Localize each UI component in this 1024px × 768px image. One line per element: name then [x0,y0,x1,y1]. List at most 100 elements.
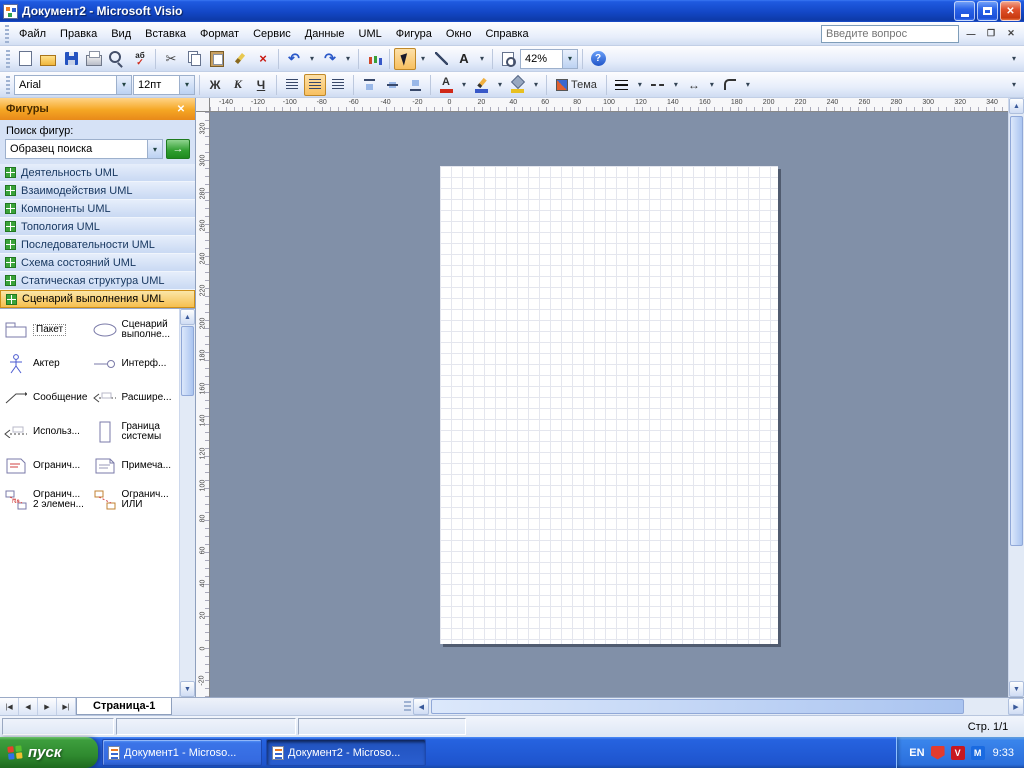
menu-item[interactable]: Фигура [389,24,439,44]
drawing-surface[interactable] [210,112,1008,697]
corner-rounding-button[interactable] [719,74,741,96]
align-middle-button[interactable] [381,74,403,96]
align-left-button[interactable] [281,74,303,96]
copy-button[interactable] [183,48,205,70]
start-button[interactable]: пуск [0,737,98,768]
align-bottom-button[interactable] [404,74,426,96]
taskbar-task-button[interactable]: Документ1 - Microso... [102,739,262,766]
zoom-combo[interactable]: 42% ▾ [520,48,578,69]
undo-dropdown[interactable]: ▾ [306,48,318,70]
print-button[interactable] [83,48,105,70]
shape-uses[interactable]: Использ... [1,415,90,449]
redo-dropdown[interactable]: ▾ [342,48,354,70]
menu-item[interactable]: Правка [53,24,104,44]
line-pattern-dropdown[interactable]: ▾ [670,74,682,96]
line-color-dropdown[interactable]: ▾ [494,74,506,96]
italic-button[interactable]: К [227,74,249,96]
bold-button[interactable]: Ж [204,74,226,96]
stencil-item[interactable]: Статическая структура UML [0,272,195,290]
delete-button[interactable]: × [252,48,274,70]
shape-package[interactable]: Пакет [1,313,90,347]
line-ends-dropdown[interactable]: ▾ [706,74,718,96]
scroll-left-icon[interactable]: ◀ [413,698,430,715]
menu-item[interactable]: Вид [104,24,138,44]
minimize-button[interactable] [954,1,975,21]
document-close-button[interactable]: ✕ [1003,26,1019,41]
menu-item[interactable]: Вставка [138,24,193,44]
stencil-item[interactable]: Взаимодействия UML [0,182,195,200]
page-tab[interactable]: Страница-1 [76,698,173,715]
clock[interactable]: 9:33 [993,747,1014,759]
scroll-up-icon[interactable]: ▲ [180,309,195,325]
font-combo[interactable]: Arial ▾ [14,74,132,95]
line-weight-dropdown[interactable]: ▾ [634,74,646,96]
first-page-button[interactable]: |◀ [0,698,19,715]
font-size-dropdown-icon[interactable]: ▾ [179,75,194,94]
horizontal-scroll-thumb[interactable] [431,699,964,714]
tab-splitter-handle[interactable] [404,701,412,712]
horizontal-ruler[interactable]: -140 -120 -100 -80 -60 -40 -20 0 20 40 6… [210,98,1008,112]
text-tool-dropdown[interactable]: ▾ [476,48,488,70]
cut-button[interactable]: ✂ [160,48,182,70]
shape-constraint-2-elements[interactable]: Na Огранич... 2 элемен... [1,483,90,517]
last-page-button[interactable]: ▶| [57,698,76,715]
shapes-panel-close-button[interactable]: ✕ [173,101,189,117]
format-painter-button[interactable] [229,48,251,70]
connector-tool-button[interactable] [430,48,452,70]
text-tool-button[interactable]: A [453,48,475,70]
align-center-button[interactable] [304,73,326,96]
data-graphics-button[interactable] [363,48,385,70]
shapes-scroll-track[interactable] [180,325,195,681]
menubar-grip[interactable] [5,24,9,43]
shape-system-boundary[interactable]: Граница системы [90,415,179,449]
help-button[interactable]: ? [587,48,609,70]
line-pattern-button[interactable] [647,74,669,96]
spelling-button[interactable]: аб ✓ [129,48,151,70]
vertical-scrollbar[interactable]: ▲ ▼ [1008,98,1024,697]
font-size-combo[interactable]: 12пт ▾ [133,74,195,95]
paste-button[interactable] [206,48,228,70]
previous-page-button[interactable]: ◀ [19,698,38,715]
drawing-page[interactable] [440,166,778,644]
close-button[interactable]: ✕ [1000,1,1021,21]
stencil-item[interactable]: Компоненты UML [0,200,195,218]
menu-item[interactable]: UML [352,24,389,44]
language-indicator[interactable]: EN [909,747,924,759]
menu-item[interactable]: Формат [193,24,246,44]
open-button[interactable] [37,48,59,70]
save-button[interactable] [60,48,82,70]
document-restore-button[interactable]: ❐ [983,26,999,41]
underline-button[interactable]: Ч [250,74,272,96]
fit-page-button[interactable] [497,48,519,70]
font-color-dropdown[interactable]: ▾ [458,74,470,96]
toolbar-grip[interactable] [6,49,10,68]
shape-message[interactable]: Сообщение [1,381,90,415]
shapes-scrollbar[interactable]: ▲ ▼ [179,309,195,697]
line-ends-button[interactable]: ↔ [683,74,705,96]
undo-button[interactable]: ↶ [283,48,305,70]
stencil-item[interactable]: Последовательности UML [0,236,195,254]
antivirus-icon[interactable]: V [950,745,965,760]
font-color-button[interactable]: А [435,74,457,96]
new-document-button[interactable] [14,48,36,70]
zoom-dropdown-icon[interactable]: ▾ [562,49,577,68]
line-weight-button[interactable] [611,74,633,96]
shape-interface[interactable]: Интерф... [90,347,179,381]
stencil-item[interactable]: Деятельность UML [0,164,195,182]
shape-actor[interactable]: Актер [1,347,90,381]
redo-button[interactable]: ↷ [319,48,341,70]
horizontal-scrollbar[interactable]: ◀ ▶ [413,698,1024,715]
toolbar-grip[interactable] [6,75,10,94]
pointer-tool-button[interactable] [394,47,416,70]
scroll-down-icon[interactable]: ▼ [180,681,195,697]
stencil-item[interactable]: Сценарий выполнения UML [0,290,195,308]
menu-item[interactable]: Справка [478,24,535,44]
scroll-right-icon[interactable]: ▶ [1008,698,1024,715]
shape-constraint[interactable]: Огранич... [1,449,90,483]
document-minimize-button[interactable]: — [963,26,979,41]
messenger-icon[interactable]: M [970,745,985,760]
menu-item[interactable]: Файл [12,24,53,44]
pointer-tool-dropdown[interactable]: ▾ [417,48,429,70]
maximize-button[interactable] [977,1,998,21]
shape-note[interactable]: Примеча... [90,449,179,483]
